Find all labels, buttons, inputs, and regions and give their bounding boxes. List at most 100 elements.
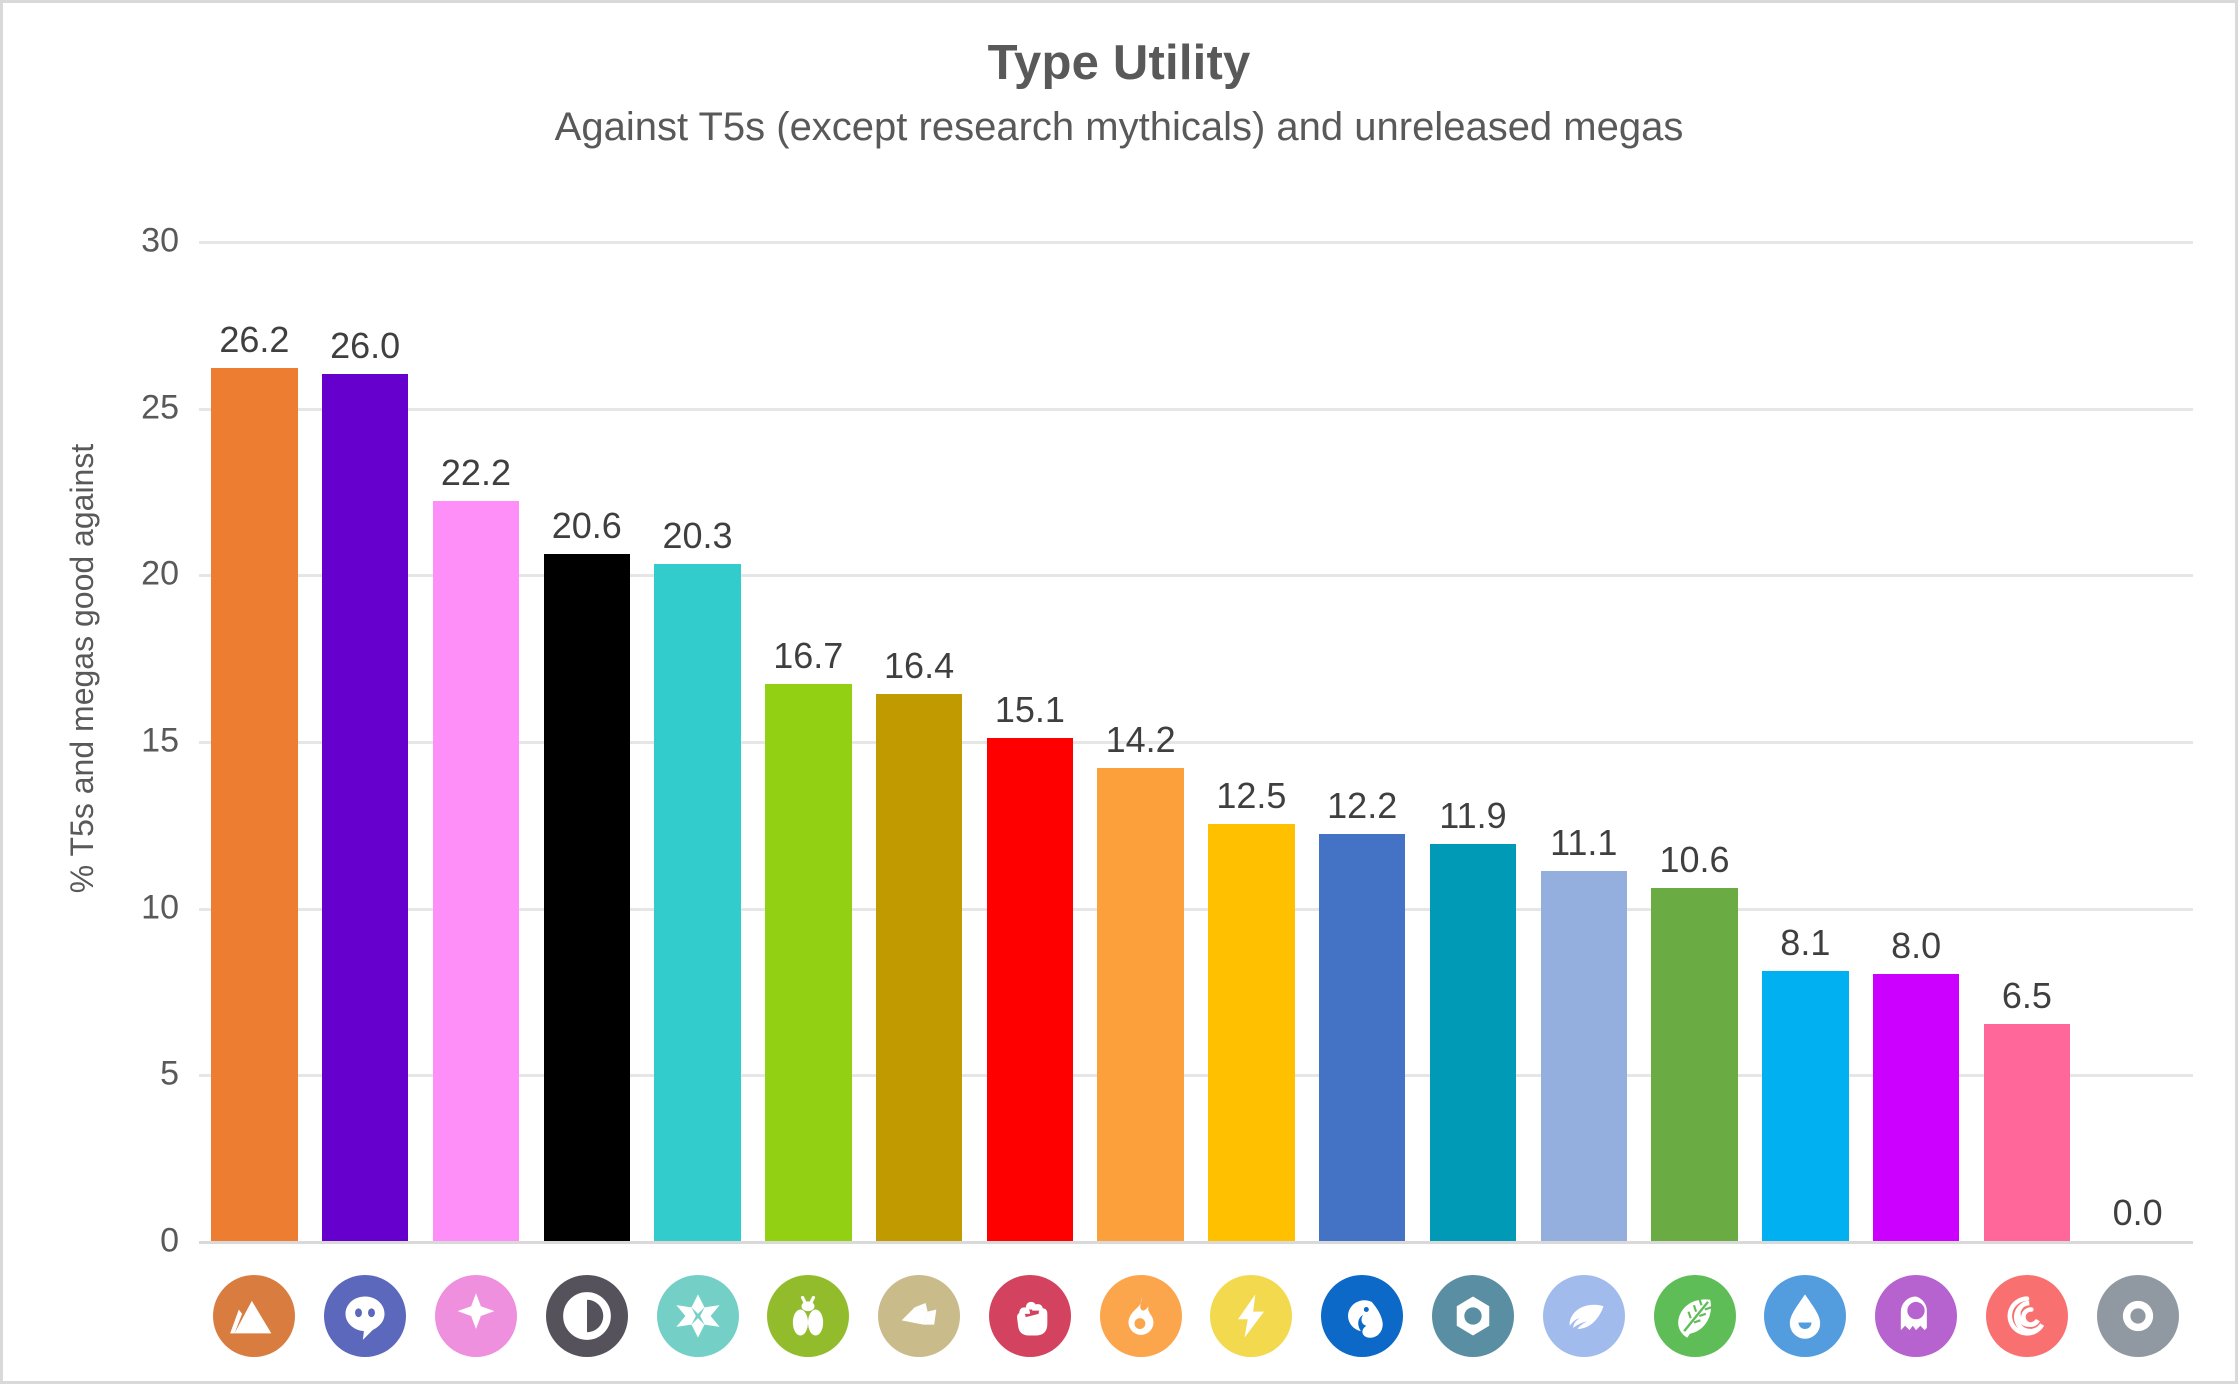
x-axis-icon-slot: [1861, 1275, 1972, 1357]
bar-value-label: 11.1: [1550, 822, 1618, 863]
bar[interactable]: [765, 684, 852, 1241]
y-axis-tick-label: 5: [160, 1054, 179, 1093]
y-axis-title-text: % T5s and megas good against: [64, 443, 101, 893]
normal-type-icon[interactable]: [2096, 1275, 2179, 1357]
y-axis-title: % T5s and megas good against: [53, 433, 113, 903]
bar[interactable]: [875, 694, 963, 1241]
bar-value-label: 0.0: [2112, 1192, 2163, 1233]
x-axis-baseline: [199, 1241, 2193, 1244]
bug-type-icon[interactable]: [767, 1275, 850, 1357]
x-axis-icon-slot: [310, 1275, 421, 1357]
bar-value-label: 14.2: [1105, 718, 1176, 760]
plot-area: 30 25 20 15 10 5 0 26.2 26.0 22.2 20.6 20.3 16.7 16.…: [141, 222, 2193, 1260]
y-axis-tick-label: 20: [141, 554, 179, 593]
bar[interactable]: [1097, 767, 1184, 1241]
bar[interactable]: [1872, 974, 1960, 1241]
poison-type-icon[interactable]: [1985, 1275, 2068, 1357]
bar[interactable]: [986, 737, 1074, 1241]
bar[interactable]: [1319, 834, 1406, 1241]
x-axis-icon-slot: [753, 1275, 864, 1357]
electric-type-icon[interactable]: [1210, 1275, 1293, 1357]
bar-value-label: 6.5: [2001, 975, 2052, 1017]
x-axis-icon-row: [199, 1261, 2193, 1371]
bar[interactable]: [543, 554, 630, 1241]
bar[interactable]: [432, 501, 520, 1241]
chart-container: Type Utility Against T5s (except researc…: [0, 0, 2238, 1384]
bar-slot: 20.6: [531, 241, 642, 1241]
bar-slot: 12.5: [1196, 241, 1307, 1241]
x-axis-icon-slot: [864, 1275, 975, 1357]
bar-slot: 11.1: [1528, 241, 1639, 1241]
x-axis-icon-slot: [1418, 1275, 1529, 1357]
bar-value-label: 12.5: [1216, 775, 1287, 817]
grass-type-icon[interactable]: [1653, 1275, 1736, 1357]
y-axis-tick-label: 0: [160, 1221, 179, 1260]
fairy-type-icon[interactable]: [434, 1275, 517, 1357]
bar-value-label: 12.2: [1327, 785, 1398, 827]
bar-slot: 16.7: [753, 241, 864, 1241]
y-axis-tick-label: 10: [141, 888, 179, 927]
bar-slot: 11.9: [1418, 241, 1529, 1241]
x-axis-icon-slot: [1972, 1275, 2083, 1357]
bar-value-label: 11.9: [1439, 795, 1507, 837]
x-axis-icon-slot: [1639, 1275, 1750, 1357]
x-axis-icon-slot: [199, 1275, 310, 1357]
x-axis-icon-slot: [531, 1275, 642, 1357]
flying-type-icon[interactable]: [1542, 1275, 1625, 1357]
ground-type-icon[interactable]: [213, 1275, 296, 1357]
bar[interactable]: [1429, 844, 1517, 1241]
bar-value-label: 26.2: [219, 318, 290, 360]
y-axis-tick-label: 25: [141, 388, 179, 427]
y-axis-tick-label: 30: [141, 221, 179, 260]
bar-value-label: 26.0: [330, 325, 401, 367]
bar[interactable]: [321, 374, 409, 1241]
bar[interactable]: [211, 367, 298, 1241]
chart-title: Type Utility: [987, 36, 1251, 90]
bar-slot: 22.2: [421, 241, 532, 1241]
bar[interactable]: [1540, 871, 1627, 1241]
bar[interactable]: [1208, 824, 1295, 1241]
bar-slot: 16.4: [864, 241, 975, 1241]
water-type-icon[interactable]: [1764, 1275, 1847, 1357]
fighting-type-icon[interactable]: [988, 1275, 1071, 1357]
x-axis-icon-slot: [642, 1275, 753, 1357]
x-axis-icon-slot: [1528, 1275, 1639, 1357]
bar-slot: 10.6: [1639, 241, 1750, 1241]
ghost-type-icon[interactable]: [1875, 1275, 1958, 1357]
bar[interactable]: [654, 564, 741, 1241]
bar-value-label: 8.0: [1891, 925, 1942, 967]
x-axis-icon-slot: [2082, 1275, 2193, 1357]
bar-slot: 14.2: [1085, 241, 1196, 1241]
bar-series: 26.2 26.0 22.2 20.6 20.3 16.7 16.4 15.1 14.2 12.5…: [199, 241, 2193, 1241]
bar-slot: 15.1: [974, 241, 1085, 1241]
dragon-type-icon[interactable]: [1321, 1275, 1404, 1357]
bar-slot: 26.0: [310, 241, 421, 1241]
fire-type-icon[interactable]: [1099, 1275, 1182, 1357]
bar-value-label: 10.6: [1659, 838, 1730, 880]
rock-type-icon[interactable]: [878, 1275, 961, 1357]
bar-slot: 0.0: [2082, 241, 2193, 1241]
x-axis-icon-slot: [1085, 1275, 1196, 1357]
bar[interactable]: [1762, 971, 1849, 1241]
dark-type-icon[interactable]: [545, 1275, 628, 1357]
ice-type-icon[interactable]: [656, 1275, 739, 1357]
bar-value-label: 22.2: [440, 452, 511, 493]
psychic-type-icon[interactable]: [324, 1275, 407, 1357]
bar-slot: 26.2: [199, 241, 310, 1241]
bar[interactable]: [1651, 887, 1738, 1241]
bar-slot: 6.5: [1972, 241, 2083, 1241]
x-axis-icon-slot: [1196, 1275, 1307, 1357]
bar-value-label: 16.7: [773, 635, 844, 677]
bar[interactable]: [1983, 1024, 2071, 1241]
bar-value-label: 8.1: [1780, 922, 1831, 963]
steel-type-icon[interactable]: [1431, 1275, 1514, 1357]
chart-subtitle: Against T5s (except research mythicals) …: [554, 104, 1684, 149]
title-block: Type Utility Against T5s (except researc…: [3, 37, 2235, 149]
bar-value-label: 20.3: [662, 515, 733, 557]
y-axis-tick-label: 15: [141, 721, 179, 760]
bar-slot: 20.3: [642, 241, 753, 1241]
x-axis-icon-slot: [1307, 1275, 1418, 1357]
x-axis-icon-slot: [1750, 1275, 1861, 1357]
x-axis-icon-slot: [421, 1275, 532, 1357]
bar-slot: 8.0: [1861, 241, 1972, 1241]
